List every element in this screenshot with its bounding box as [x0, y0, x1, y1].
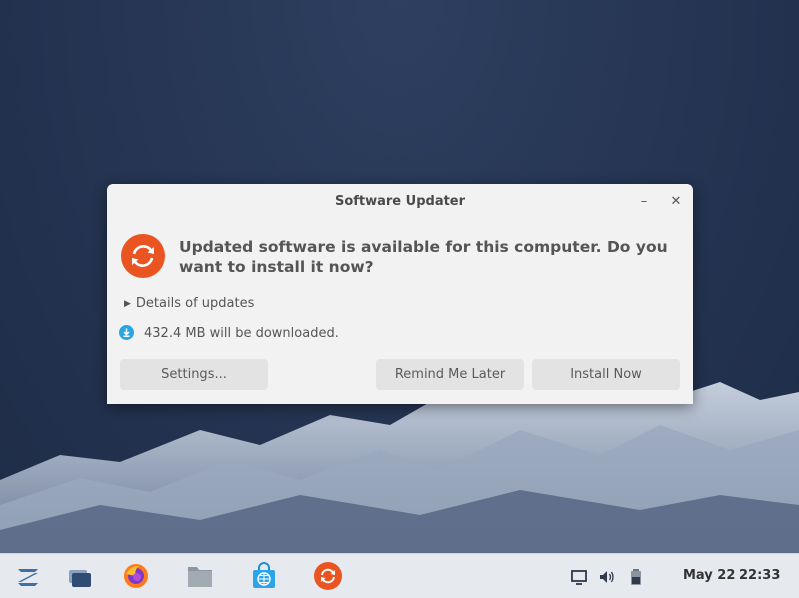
close-button[interactable]: ✕: [667, 193, 685, 211]
title-bar[interactable]: Software Updater – ✕: [107, 184, 693, 218]
details-label: Details of updates: [135, 296, 255, 311]
volume-icon[interactable]: [598, 568, 616, 586]
files-icon[interactable]: [186, 562, 214, 590]
download-info: 432.4 MB will be downloaded.: [119, 325, 339, 341]
expander-arrow-icon: ▶: [124, 299, 131, 309]
software-updater-dialog: Software Updater – ✕ Updated software is…: [107, 184, 693, 404]
show-desktop-icon[interactable]: [66, 562, 94, 590]
window-title: Software Updater: [334, 194, 466, 209]
download-icon: [119, 325, 134, 340]
install-now-button[interactable]: Install Now: [532, 359, 680, 390]
clock-time[interactable]: 22:33: [739, 568, 780, 583]
software-store-icon[interactable]: [250, 562, 278, 590]
remind-later-button[interactable]: Remind Me Later: [376, 359, 524, 390]
battery-icon[interactable]: [627, 568, 645, 586]
software-updater-icon: [121, 234, 165, 278]
download-size-text: 432.4 MB will be downloaded.: [144, 326, 339, 341]
firefox-icon[interactable]: [122, 562, 150, 590]
software-updater-icon[interactable]: [314, 562, 342, 590]
display-icon[interactable]: [570, 568, 588, 586]
zorin-menu-icon[interactable]: [14, 562, 42, 590]
settings-button[interactable]: Settings...: [120, 359, 268, 390]
update-heading: Updated software is available for this c…: [179, 238, 668, 276]
minimize-button[interactable]: –: [635, 193, 653, 211]
clock-date[interactable]: May 22: [683, 568, 735, 583]
details-expander[interactable]: ▶ Details of updates: [124, 296, 254, 311]
taskbar: May 22 22:33: [0, 553, 799, 598]
